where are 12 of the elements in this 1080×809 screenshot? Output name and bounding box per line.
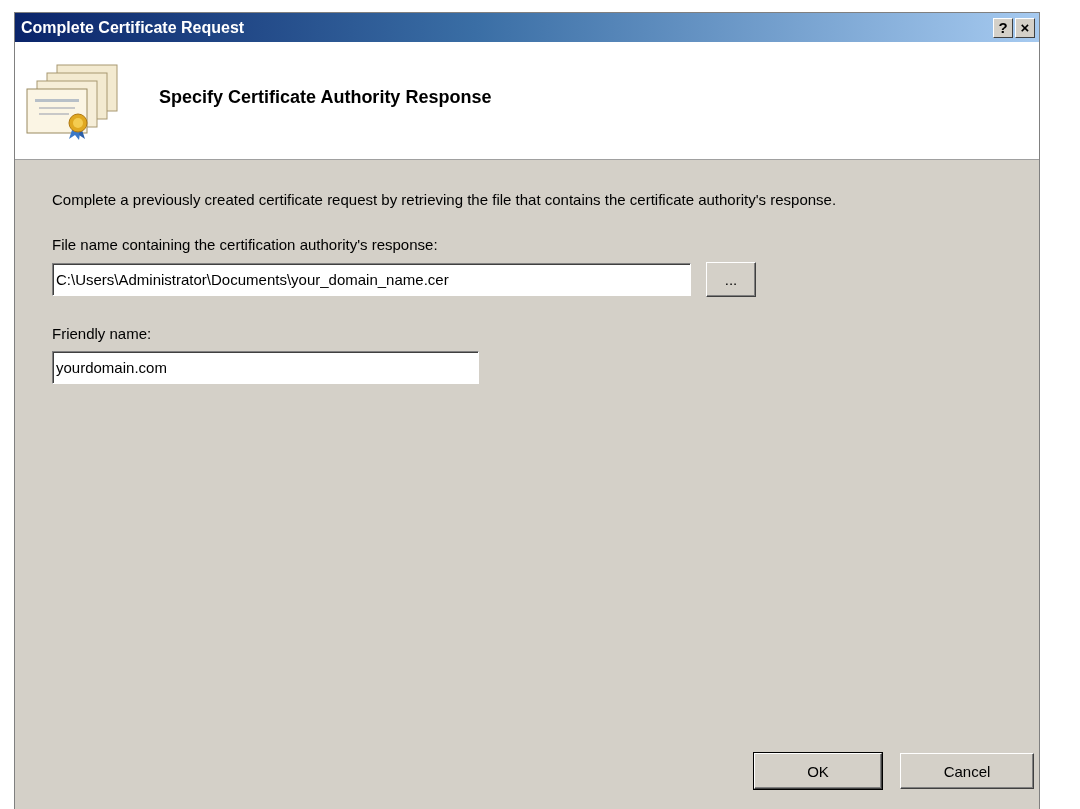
window-title: Complete Certificate Request [21,18,245,37]
browse-button[interactable]: ... [706,262,756,297]
close-button[interactable]: × [1015,17,1035,38]
field-label: Friendly name: [52,325,153,342]
page-heading: Specify Certificate Authority Response [159,87,492,108]
ok-button[interactable]: OK [754,753,882,789]
cancel-button[interactable]: Cancel [900,753,1034,789]
help-button[interactable]: ? [993,17,1013,38]
input-field[interactable]: yourdomain.com [52,351,479,384]
field-label: File name containing the certification authority's response: [52,236,439,253]
input-field[interactable]: C:\Users\Administrator\Documents\your_domain_name.cer [52,263,691,296]
description-text: Complete a previously created certificate request by retrieving the file that contains the certificate authority's response. [52,190,838,209]
